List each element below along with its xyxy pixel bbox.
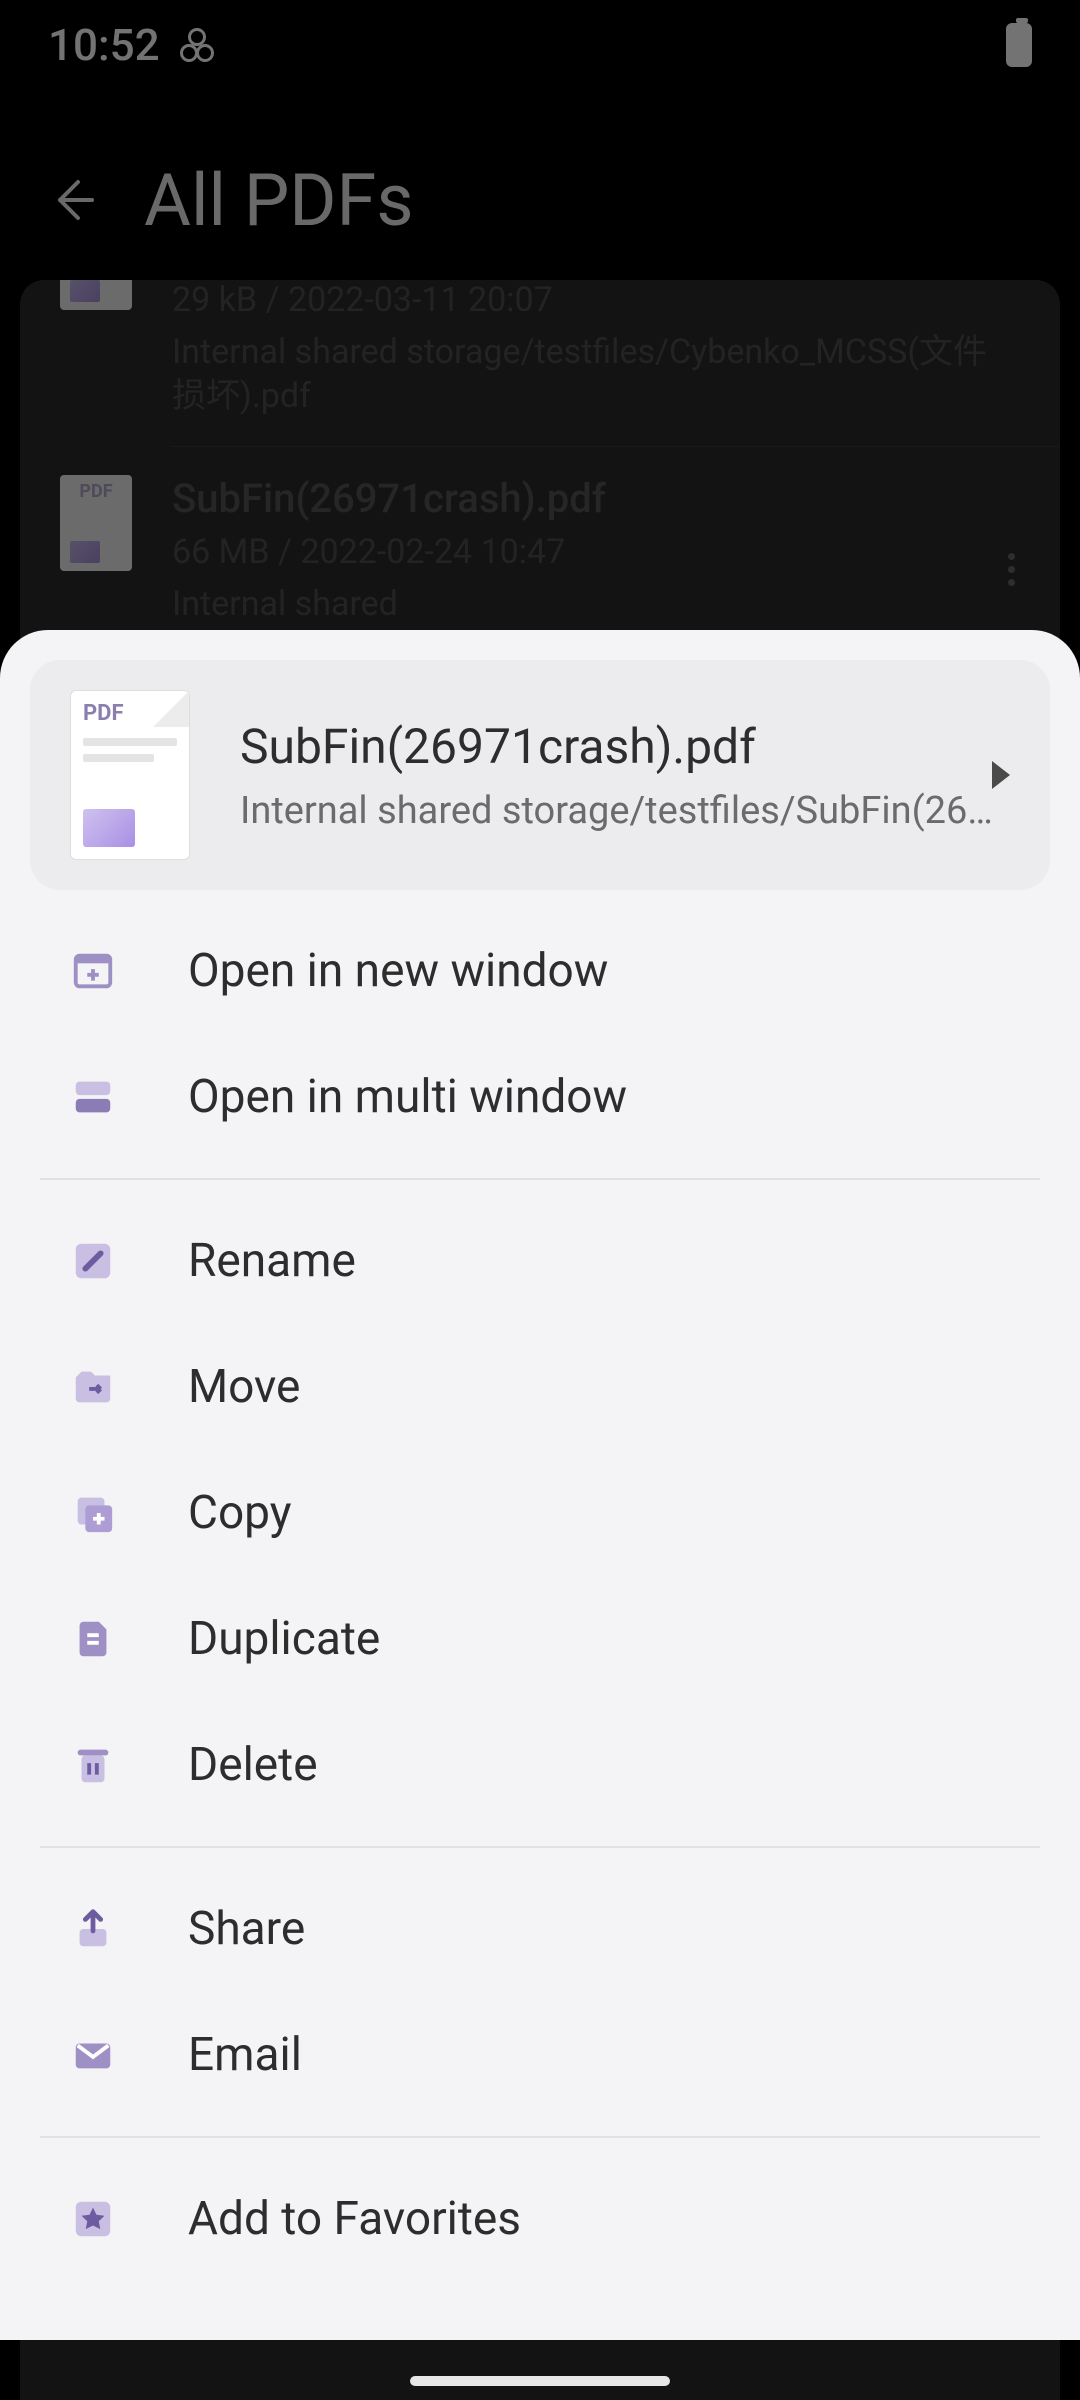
menu-label: Share	[188, 1902, 305, 1956]
share-item[interactable]: Share	[0, 1866, 1080, 1992]
sheet-file-path: Internal shared storage/testfiles/SubFin…	[240, 789, 1010, 833]
move-item[interactable]: Move	[0, 1324, 1080, 1450]
sheet-file-name: SubFin(26971crash).pdf	[240, 718, 1010, 775]
menu-label: Email	[188, 2028, 302, 2082]
delete-icon	[70, 1742, 116, 1788]
pdf-thumbnail-icon: PDF	[70, 690, 190, 860]
action-sheet: PDF SubFin(26971crash).pdf Internal shar…	[0, 630, 1080, 2340]
multi-window-icon	[70, 1074, 116, 1120]
move-icon	[70, 1364, 116, 1410]
email-icon	[70, 2032, 116, 2078]
open-new-window-item[interactable]: Open in new window	[0, 908, 1080, 1034]
menu-label: Copy	[188, 1486, 292, 1540]
star-icon	[70, 2196, 116, 2242]
copy-item[interactable]: Copy	[0, 1450, 1080, 1576]
email-item[interactable]: Email	[0, 1992, 1080, 2118]
gesture-bar	[410, 2376, 670, 2386]
menu-label: Add to Favorites	[188, 2192, 521, 2246]
menu-label: Delete	[188, 1738, 318, 1792]
share-icon	[70, 1906, 116, 1952]
duplicate-item[interactable]: Duplicate	[0, 1576, 1080, 1702]
menu-label: Open in multi window	[188, 1070, 627, 1124]
delete-item[interactable]: Delete	[0, 1702, 1080, 1828]
menu-label: Open in new window	[188, 944, 608, 998]
add-favorites-item[interactable]: Add to Favorites	[0, 2156, 1080, 2282]
rename-item[interactable]: Rename	[0, 1198, 1080, 1324]
sheet-file-header[interactable]: PDF SubFin(26971crash).pdf Internal shar…	[30, 660, 1050, 890]
menu-label: Rename	[188, 1234, 356, 1288]
open-multi-window-item[interactable]: Open in multi window	[0, 1034, 1080, 1160]
duplicate-icon	[70, 1616, 116, 1662]
menu-label: Move	[188, 1360, 300, 1414]
new-window-icon	[70, 948, 116, 994]
chevron-right-icon	[992, 761, 1010, 789]
rename-icon	[70, 1238, 116, 1284]
menu-label: Duplicate	[188, 1612, 380, 1666]
copy-icon	[70, 1490, 116, 1536]
